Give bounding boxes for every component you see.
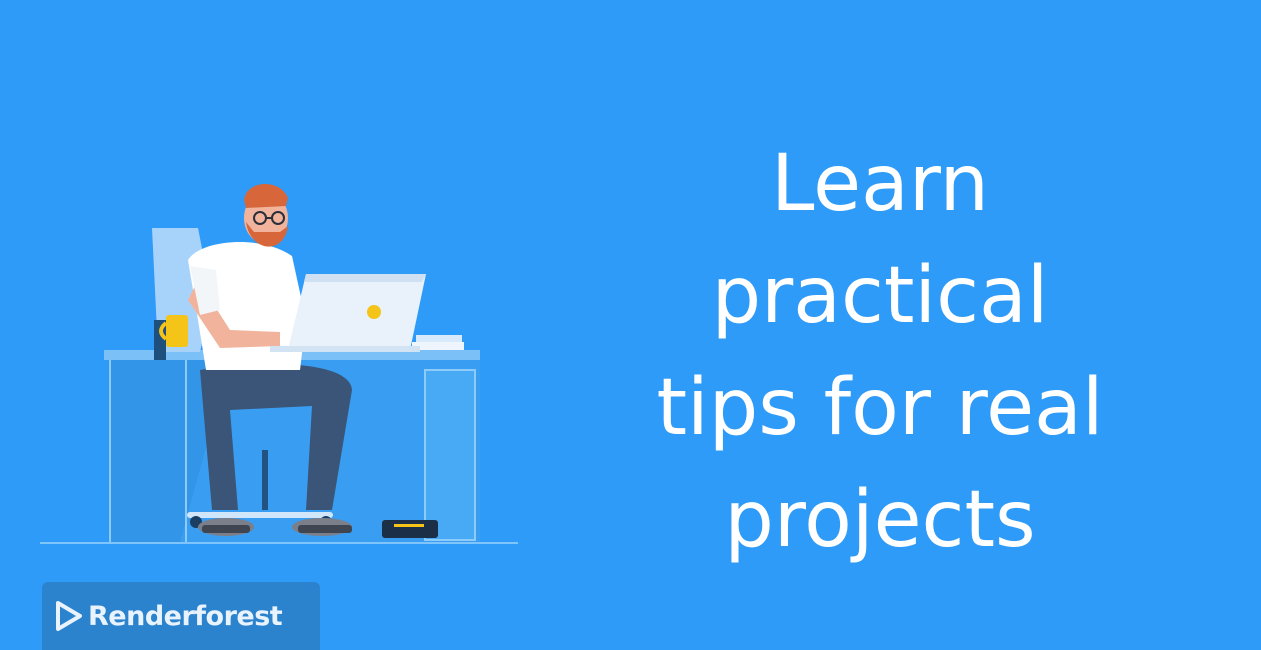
laptop-screen [288,274,426,350]
headline-line-1: Learn [770,139,989,229]
brand-name: Renderforest [88,600,283,632]
headline-line-2: practical [711,251,1049,341]
video-frame: Learn practical tips for real projects R… [0,0,1261,650]
mug [166,315,188,347]
router [382,520,438,538]
desk-drawer [424,369,476,541]
headline: Learn practical tips for real projects [560,128,1200,576]
man-hair [244,183,288,208]
laptop-base [270,346,420,352]
laptop-logo [367,305,381,319]
man-at-desk-illustration [40,183,518,544]
play-triangle-icon [56,601,82,631]
headline-line-4: projects [724,475,1036,565]
renderforest-watermark[interactable]: Renderforest [42,582,320,650]
headline-line-3: tips for real [656,363,1104,453]
